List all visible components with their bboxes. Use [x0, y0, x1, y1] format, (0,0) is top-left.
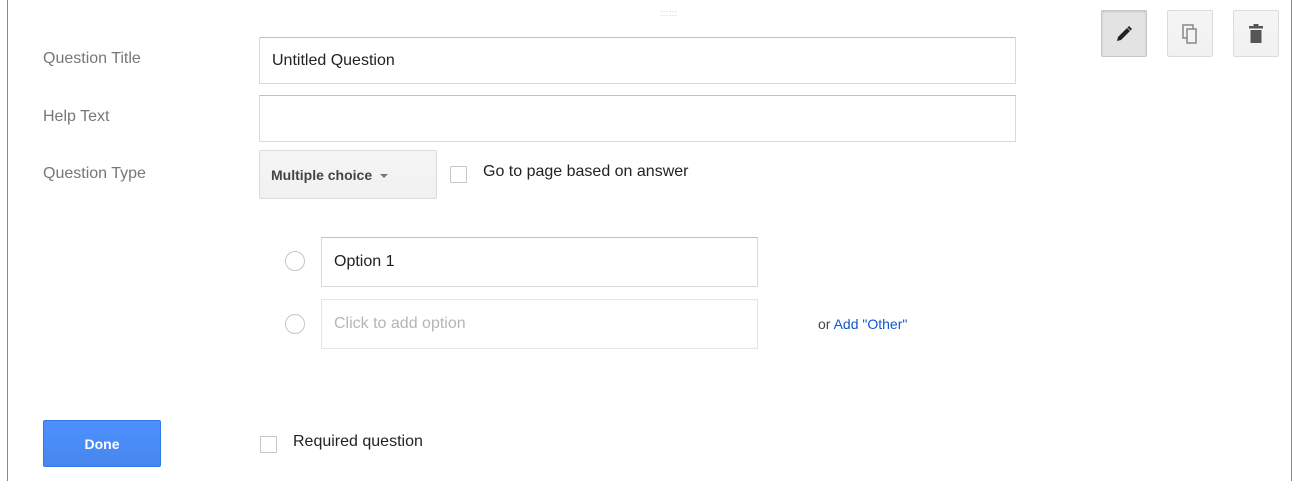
- chevron-down-icon: [380, 173, 389, 178]
- question-type-dropdown[interactable]: Multiple choice: [259, 150, 437, 199]
- add-option-radio: [285, 314, 305, 334]
- drag-handle[interactable]: ⋯⋯ ⋯⋯: [658, 8, 680, 20]
- delete-button[interactable]: [1233, 10, 1279, 57]
- add-other-row: or Add "Other": [818, 316, 907, 332]
- edit-button[interactable]: [1101, 10, 1147, 57]
- help-text-input[interactable]: [259, 95, 1016, 142]
- duplicate-button[interactable]: [1167, 10, 1213, 57]
- question-type-label: Question Type: [43, 165, 146, 182]
- go-to-page-label: Go to page based on answer: [483, 163, 689, 180]
- pencil-icon: [1117, 25, 1132, 41]
- trash-icon: [1249, 23, 1263, 43]
- help-text-label: Help Text: [43, 108, 110, 125]
- question-title-label: Question Title: [43, 50, 141, 67]
- add-option-input[interactable]: [321, 299, 758, 349]
- option-1-radio: [285, 251, 305, 271]
- question-title-input[interactable]: [259, 37, 1016, 84]
- go-to-page-checkbox[interactable]: [450, 166, 467, 183]
- required-question-checkbox[interactable]: [260, 436, 277, 453]
- question-type-value: Multiple choice: [271, 166, 373, 183]
- option-1-input[interactable]: [321, 237, 758, 287]
- done-button[interactable]: Done: [43, 420, 161, 467]
- question-edit-card: ⋯⋯⋯⋯ Question Title Help Text Question T…: [7, 0, 1292, 481]
- required-question-label: Required question: [293, 433, 423, 450]
- duplicate-icon: [1182, 23, 1197, 44]
- or-label: or: [818, 316, 831, 332]
- add-other-link[interactable]: Add "Other": [834, 316, 908, 332]
